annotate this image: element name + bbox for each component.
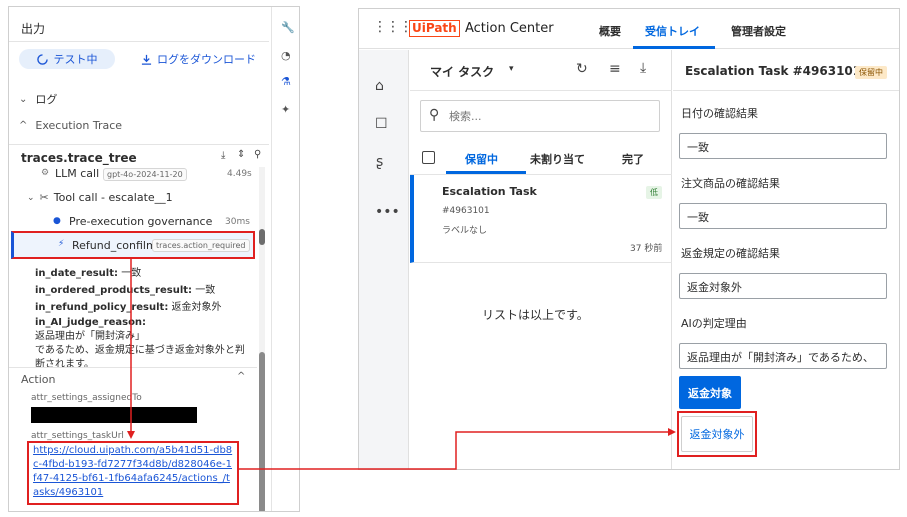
app-header: ⋮⋮⋮ UiPath Action Center 概要 受信トレイ 管理者設定 bbox=[359, 9, 899, 49]
download-icon[interactable]: ⤓ bbox=[640, 60, 646, 76]
llm-icon: ⚙ bbox=[41, 168, 50, 178]
task-list-panel: マイ タスク ▾ ↻ ≡ ⤓ ⚲ 保留中 未割り当て 完了 Escalation… bbox=[410, 50, 672, 469]
field-refund-policy[interactable]: 返金対象外 bbox=[679, 273, 887, 299]
governance-icon: ● bbox=[53, 216, 61, 226]
gauge-icon[interactable]: ◔ bbox=[281, 49, 291, 62]
select-all-checkbox[interactable] bbox=[422, 151, 435, 164]
end-of-list-message: リストは以上です。 bbox=[482, 308, 589, 322]
download-logs-button[interactable]: ログをダウンロード bbox=[141, 51, 256, 67]
assigned-to-label: attr_settings_assignedTo bbox=[31, 393, 142, 403]
list-tab-pending[interactable]: 保留中 bbox=[465, 151, 498, 167]
chevron-down-icon: ⌄ bbox=[19, 93, 28, 105]
search-input[interactable] bbox=[449, 107, 649, 125]
tab-overview[interactable]: 概要 bbox=[599, 23, 621, 39]
list-tab-completed[interactable]: 完了 bbox=[622, 151, 644, 167]
trace-item-tool-call[interactable]: ⌄ ✂ Tool call - escalate__1 bbox=[27, 191, 173, 204]
task-age: 37 秒前 bbox=[630, 244, 663, 254]
tool-icon: ✂ bbox=[39, 191, 49, 204]
redacted-value bbox=[31, 407, 197, 423]
collapse-icon[interactable]: ⇕ bbox=[237, 149, 245, 160]
field-label-ordered: 注文商品の確認結果 bbox=[681, 177, 780, 190]
action-center-window: ⋮⋮⋮ UiPath Action Center 概要 受信トレイ 管理者設定 … bbox=[358, 8, 900, 470]
field-label-ai-reason: AIの判定理由 bbox=[681, 317, 747, 330]
flask-icon[interactable]: ⚗ bbox=[281, 75, 291, 88]
field-ordered[interactable]: 一致 bbox=[679, 203, 887, 229]
more-icon[interactable]: ••• bbox=[375, 204, 400, 220]
task-url-label: attr_settings_taskUrl bbox=[31, 431, 124, 441]
tab-admin-settings[interactable]: 管理者設定 bbox=[731, 23, 786, 39]
action-section-label: Action bbox=[21, 373, 56, 386]
app-name: Action Center bbox=[465, 21, 554, 36]
priority-badge: 低 bbox=[646, 186, 662, 199]
chevron-up-icon[interactable]: ^ bbox=[237, 371, 245, 382]
panel-title: 出力 bbox=[21, 22, 46, 36]
result-refund-policy: in_refund_policy_result: 返金対象外 bbox=[35, 302, 222, 313]
trace-item-refund-confirm[interactable]: ⚡ Refund_confilm traces.action_required bbox=[11, 231, 255, 259]
detail-title: Escalation Task #4963101 bbox=[685, 64, 862, 78]
chevron-down-icon[interactable]: ▾ bbox=[509, 64, 514, 74]
task-title: Escalation Task bbox=[442, 185, 537, 198]
refund-button[interactable]: 返金対象 bbox=[679, 376, 741, 409]
download-icon bbox=[141, 54, 152, 65]
action-icon: ⚡ bbox=[58, 239, 65, 249]
task-id: #4963101 bbox=[442, 206, 490, 216]
field-label-date: 日付の確認結果 bbox=[681, 107, 758, 120]
trace-item-llm-call[interactable]: ⚙ LLM call gpt-4o-2024-11-20 4.49s bbox=[41, 167, 252, 183]
trace-tree-title: traces.trace_tree bbox=[21, 151, 137, 165]
action-tag: traces.action_required bbox=[152, 239, 250, 252]
robot-icon[interactable]: ☐ bbox=[375, 116, 388, 132]
apps-grid-icon[interactable]: ⋮⋮⋮ bbox=[373, 19, 413, 35]
field-ai-reason[interactable]: 返品理由が「開封済み」であるため、 bbox=[679, 343, 887, 369]
inbox-icon[interactable]: ⌂ bbox=[375, 78, 384, 94]
refresh-icon[interactable]: ↻ bbox=[576, 61, 588, 77]
sparkle-icon[interactable]: ✦ bbox=[281, 103, 290, 116]
task-url-link[interactable]: https://cloud.uipath.com/a5b41d51-db8c-4… bbox=[33, 444, 233, 500]
uipath-logo: UiPath bbox=[409, 20, 460, 37]
tab-inbox[interactable]: 受信トレイ bbox=[645, 23, 700, 39]
execution-trace-toggle[interactable]: ^ Execution Trace bbox=[19, 119, 122, 132]
result-ordered: in_ordered_products_result: 一致 bbox=[35, 285, 216, 296]
spinner-icon bbox=[36, 53, 48, 65]
my-tasks-dropdown[interactable]: マイ タスク bbox=[430, 63, 494, 80]
field-date[interactable]: 一致 bbox=[679, 133, 887, 159]
field-label-refund-policy: 返金規定の確認結果 bbox=[681, 247, 780, 260]
search-icon: ⚲ bbox=[429, 107, 440, 123]
model-badge: gpt-4o-2024-11-20 bbox=[103, 168, 187, 181]
download-trace-icon[interactable]: ⤓ bbox=[221, 150, 225, 161]
result-date: in_date_result: 一致 bbox=[35, 268, 142, 279]
status-badge: 保留中 bbox=[855, 66, 887, 79]
flow-icon[interactable]: ʂ bbox=[376, 154, 383, 170]
log-section-toggle[interactable]: ⌄ ログ bbox=[19, 91, 57, 107]
task-list-item[interactable]: Escalation Task 低 #4963101 ラベルなし 37 秒前 bbox=[410, 175, 672, 263]
result-judge-reason: in_AI_judge_reason: 返品理由が「開封済み」 であるため、返金… bbox=[35, 317, 245, 370]
status-chip: テスト中 bbox=[19, 49, 115, 69]
wrench-icon[interactable]: 🔧 bbox=[281, 21, 295, 34]
trace-item-pre-execution[interactable]: ● Pre-execution governance 30ms bbox=[53, 215, 251, 231]
list-tab-unassigned[interactable]: 未割り当て bbox=[530, 151, 585, 167]
chevron-up-icon: ^ bbox=[19, 120, 28, 131]
no-refund-button[interactable]: 返金対象外 bbox=[681, 416, 753, 452]
search-box[interactable]: ⚲ bbox=[420, 100, 660, 132]
side-toolbar: 🔧 ◔ ⚗ ✦ bbox=[271, 7, 299, 511]
task-label: ラベルなし bbox=[442, 226, 488, 236]
nav-rail: ⌂ ☐ ʂ ••• bbox=[359, 50, 409, 469]
chevron-down-icon: ⌄ bbox=[27, 192, 35, 203]
output-panel: 出力 テスト中 ログをダウンロード ⌄ ログ ^ Execution Trace… bbox=[8, 6, 300, 512]
filter-icon[interactable]: ≡ bbox=[609, 61, 621, 77]
scrollbar[interactable] bbox=[259, 167, 265, 511]
search-icon[interactable]: ⚲ bbox=[254, 149, 261, 160]
